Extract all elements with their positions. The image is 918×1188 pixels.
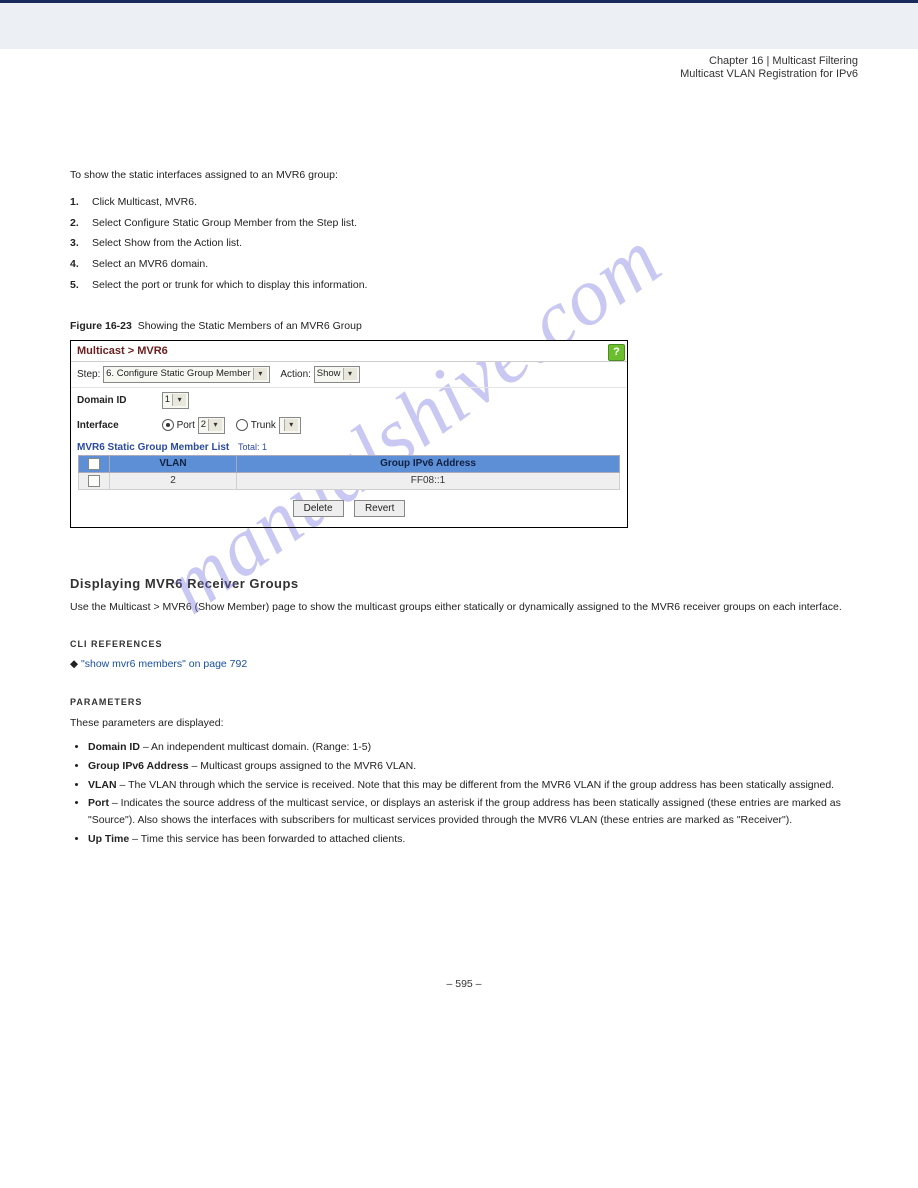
chevron-down-icon: ▾ — [208, 419, 222, 431]
table-row: 2 FF08::1 — [79, 472, 620, 489]
step-1: 1.Click Multicast, MVR6. — [70, 194, 858, 211]
param-item: Group IPv6 Address – Multicast groups as… — [88, 758, 858, 775]
step-num: 5. — [70, 277, 92, 294]
row-checkbox[interactable] — [88, 475, 100, 487]
breadcrumb-text: Multicast > MVR6 — [77, 345, 168, 357]
select-all-checkbox[interactable] — [88, 458, 100, 470]
param-heading: PARAMETERS — [70, 697, 858, 707]
table-header-row: VLAN Group IPv6 Address — [79, 455, 620, 472]
param-desc: – An independent multicast domain. (Rang… — [140, 741, 371, 753]
param-label: Up Time — [88, 833, 129, 845]
cli-heading: CLI REFERENCES — [70, 639, 858, 649]
trunk-radio[interactable] — [236, 419, 248, 431]
step-num: 2. — [70, 215, 92, 232]
step-dropdown[interactable]: 6. Configure Static Group Member▾ — [103, 366, 270, 383]
figure-num: Figure 16-23 — [70, 320, 132, 332]
page-content: manualshive.com Chapter 16 | Multicast F… — [0, 55, 918, 1010]
page-footer: – 595 – — [70, 978, 858, 1010]
header-band — [0, 3, 918, 49]
param-item: VLAN – The VLAN through which the servic… — [88, 777, 858, 794]
domain-row: Domain ID 1▾ — [71, 388, 627, 413]
step-value: 6. Configure Static Group Member — [106, 368, 251, 379]
port-value: 2 — [201, 419, 206, 430]
button-row: Delete Revert — [71, 490, 627, 527]
section-para: Use the Multicast > MVR6 (Show Member) p… — [70, 599, 858, 615]
cell-vlan: 2 — [110, 472, 237, 489]
list-title-text: MVR6 Static Group Member List — [77, 442, 229, 453]
param-label: Group IPv6 Address — [88, 760, 189, 772]
chapter-subtitle: Multicast VLAN Registration for IPv6 — [70, 68, 858, 80]
section-heading: Displaying MVR6 Receiver Groups — [70, 576, 858, 591]
cell-select — [79, 472, 110, 489]
cell-group: FF08::1 — [237, 472, 620, 489]
param-desc: – Multicast groups assigned to the MVR6 … — [189, 760, 417, 772]
step-text: Select the port or trunk for which to di… — [92, 279, 367, 291]
port-radio[interactable] — [162, 419, 174, 431]
interface-label: Interface — [77, 420, 159, 431]
interface-row: Interface Port 2▾ Trunk ▾ — [71, 413, 627, 438]
chapter-block: Chapter 16 | Multicast Filtering Multica… — [70, 55, 858, 80]
param-label: VLAN — [88, 779, 117, 791]
step-text: Select Show from the Action list. — [92, 237, 242, 249]
step-3: 3.Select Show from the Action list. — [70, 235, 858, 252]
step-num: 1. — [70, 194, 92, 211]
delete-button[interactable]: Delete — [293, 500, 344, 517]
chevron-down-icon: ▾ — [253, 368, 267, 380]
domain-dropdown[interactable]: 1▾ — [162, 392, 189, 409]
step-4: 4.Select an MVR6 domain. — [70, 256, 858, 273]
step-action-row: Step: 6. Configure Static Group Member▾ … — [71, 362, 627, 388]
intro-line: To show the static interfaces assigned t… — [70, 168, 858, 184]
steps-list: 1.Click Multicast, MVR6. 2.Select Config… — [70, 194, 858, 294]
cli-ref-line: ◆ "show mvr6 members" on page 792 — [70, 657, 858, 673]
action-label: Action: — [280, 369, 311, 380]
step-label: Step: — [77, 369, 100, 380]
figure-title: Showing the Static Members of an MVR6 Gr… — [138, 320, 362, 332]
step-2: 2.Select Configure Static Group Member f… — [70, 215, 858, 232]
chevron-down-icon: ▾ — [172, 394, 186, 406]
list-total: Total: 1 — [238, 442, 267, 452]
step-5: 5.Select the port or trunk for which to … — [70, 277, 858, 294]
chevron-down-icon: ▾ — [284, 419, 298, 431]
step-text: Select Configure Static Group Member fro… — [92, 217, 357, 229]
th-group: Group IPv6 Address — [237, 455, 620, 472]
param-item: Port – Indicates the source address of t… — [88, 795, 858, 829]
step-num: 4. — [70, 256, 92, 273]
action-dropdown[interactable]: Show▾ — [314, 366, 360, 383]
param-desc: – Indicates the source address of the mu… — [88, 797, 841, 826]
step-text: Select an MVR6 domain. — [92, 258, 208, 270]
param-desc: – The VLAN through which the service is … — [117, 779, 835, 791]
param-desc: – Time this service has been forwarded t… — [129, 833, 405, 845]
chapter-line: Chapter 16 — [709, 55, 763, 67]
bullet-icon: ◆ — [70, 658, 81, 670]
panel-breadcrumb: Multicast > MVR6 ? — [71, 341, 627, 362]
screenshot-panel: Multicast > MVR6 ? Step: 6. Configure St… — [70, 340, 628, 528]
port-label: Port — [177, 420, 195, 431]
figure-label: Figure 16-23 Showing the Static Members … — [70, 320, 858, 332]
domain-label: Domain ID — [77, 395, 159, 406]
param-intro: These parameters are displayed: — [70, 715, 858, 731]
chevron-down-icon: ▾ — [343, 368, 357, 380]
action-value: Show — [317, 368, 341, 379]
param-label: Domain ID — [88, 741, 140, 753]
help-icon[interactable]: ? — [608, 344, 625, 361]
param-item: Up Time – Time this service has been for… — [88, 831, 858, 848]
cli-ref-link[interactable]: "show mvr6 members" on page 792 — [81, 658, 247, 670]
step-text: Click Multicast, MVR6. — [92, 196, 197, 208]
param-item: Domain ID – An independent multicast dom… — [88, 739, 858, 756]
port-dropdown[interactable]: 2▾ — [198, 417, 225, 434]
member-table: VLAN Group IPv6 Address 2 FF08::1 — [78, 455, 620, 490]
param-label: Port — [88, 797, 109, 809]
th-select — [79, 455, 110, 472]
trunk-label: Trunk — [251, 420, 276, 431]
step-num: 3. — [70, 235, 92, 252]
list-title: MVR6 Static Group Member List Total: 1 — [71, 438, 627, 455]
chapter-name: Multicast Filtering — [772, 55, 858, 67]
domain-value: 1 — [165, 394, 170, 405]
param-list: Domain ID – An independent multicast dom… — [70, 739, 858, 848]
trunk-dropdown[interactable]: ▾ — [279, 417, 301, 434]
th-vlan: VLAN — [110, 455, 237, 472]
revert-button[interactable]: Revert — [354, 500, 405, 517]
